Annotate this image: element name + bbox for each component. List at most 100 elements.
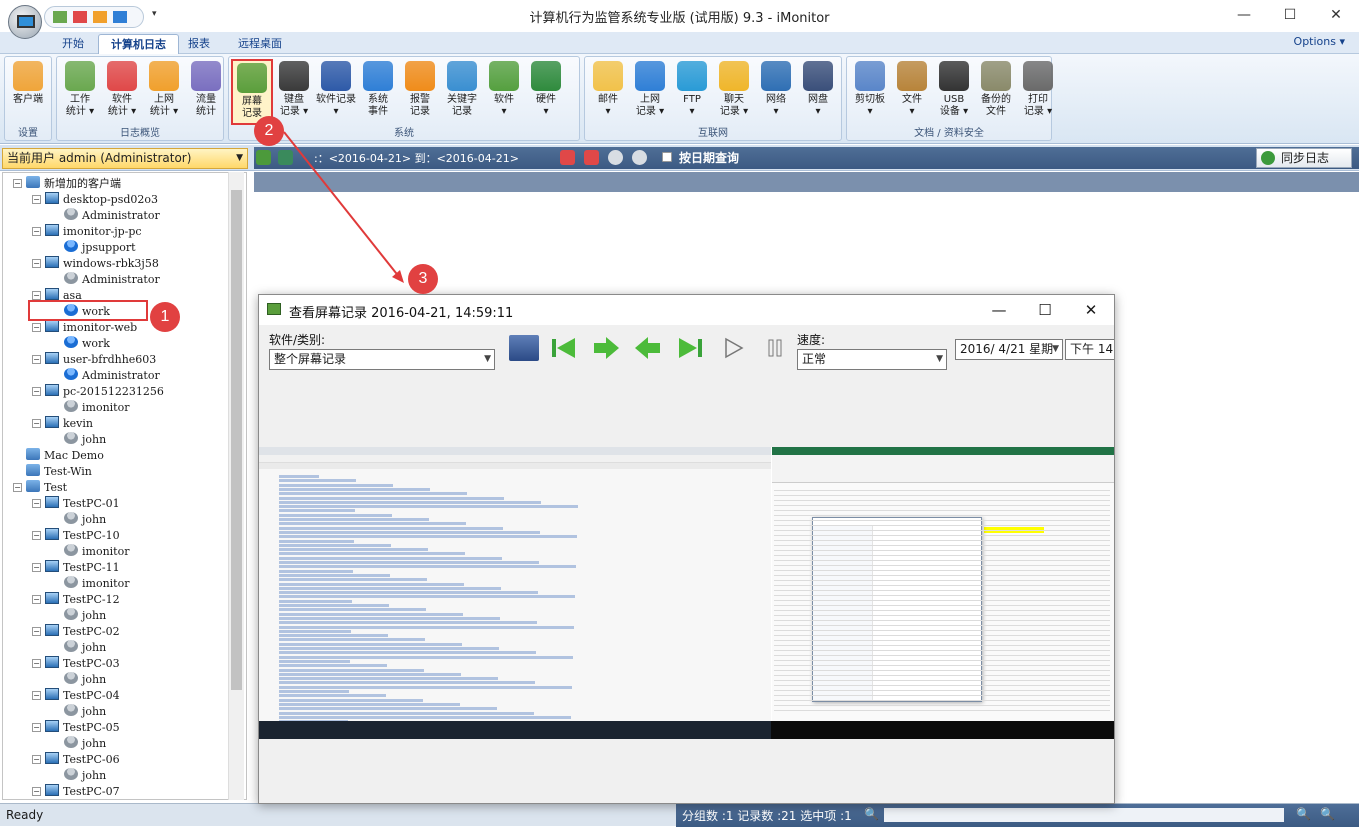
collapse-toggle-icon[interactable]: −	[32, 499, 41, 508]
tab-computer-log[interactable]: 计算机日志	[98, 34, 179, 54]
tree-item[interactable]: − 新增加的客户端	[13, 176, 121, 192]
collapse-toggle-icon[interactable]: −	[32, 259, 41, 268]
collapse-toggle-icon[interactable]: −	[32, 723, 41, 732]
close-button[interactable]: ✕	[1313, 0, 1359, 32]
backup-file-button[interactable]: 备份的 文件	[975, 59, 1017, 125]
tree-item[interactable]: − TestPC-11	[32, 560, 120, 576]
collapse-toggle-icon[interactable]: −	[32, 227, 41, 236]
collapse-toggle-icon[interactable]: −	[32, 627, 41, 636]
maximize-button[interactable]: ☐	[1267, 0, 1313, 32]
tree-item[interactable]: − desktop-psd02o3	[32, 192, 158, 208]
export-icon[interactable]	[278, 150, 293, 165]
chat-record-button[interactable]: 聊天 记录 ▾	[713, 59, 755, 125]
last-frame-button[interactable]	[675, 335, 705, 361]
file-button[interactable]: 文件 ▾	[891, 59, 933, 125]
date-query-checkbox[interactable]	[662, 152, 672, 162]
tree-item[interactable]: − TestPC-12	[32, 592, 120, 608]
software-record-button[interactable]: 软件记录 ▾	[315, 59, 357, 125]
tree-item[interactable]: john	[51, 704, 106, 720]
tree-item[interactable]: − Test	[13, 480, 67, 496]
tree-item[interactable]: Administrator	[51, 368, 160, 384]
net-disk-button[interactable]: 网盘 ▾	[797, 59, 839, 125]
zoom-out-icon[interactable]: 🔍	[1320, 807, 1335, 821]
collapse-toggle-icon[interactable]: −	[32, 195, 41, 204]
next-frame-button[interactable]	[591, 335, 621, 361]
tree-item[interactable]: imonitor	[51, 400, 129, 416]
collapse-toggle-icon[interactable]: −	[32, 419, 41, 428]
tree-item[interactable]: − imonitor-web	[32, 320, 137, 336]
mail-button[interactable]: 邮件 ▾	[587, 59, 629, 125]
collapse-toggle-icon[interactable]: −	[32, 387, 41, 396]
app-logo-icon[interactable]	[8, 5, 42, 39]
tree-item[interactable]: john	[51, 768, 106, 784]
tree-item[interactable]: − TestPC-02	[32, 624, 120, 640]
collapse-toggle-icon[interactable]: −	[32, 691, 41, 700]
tree-item[interactable]: − kevin	[32, 416, 93, 432]
dialog-maximize-button[interactable]: ☐	[1023, 297, 1067, 323]
tree-scrollbar[interactable]	[228, 172, 244, 800]
tree-item[interactable]: − user-bfrdhhe603	[32, 352, 156, 368]
collapse-toggle-icon[interactable]: −	[32, 323, 41, 332]
tree-item[interactable]: − pc-201512231256	[32, 384, 164, 400]
collapse-toggle-icon[interactable]: −	[32, 563, 41, 572]
client-button[interactable]: 客户端	[7, 59, 49, 125]
play-button[interactable]	[719, 335, 749, 361]
tree-item[interactable]: − TestPC-10	[32, 528, 120, 544]
previous-frame-button[interactable]	[633, 335, 663, 361]
collapse-toggle-icon[interactable]: −	[32, 659, 41, 668]
tree-item[interactable]: jpsupport	[51, 240, 136, 256]
traffic-stats-button[interactable]: 流量 统计	[185, 59, 227, 125]
tree-item[interactable]: john	[51, 640, 106, 656]
dialog-close-button[interactable]: ✕	[1069, 297, 1113, 323]
search-icon[interactable]: 🔍	[864, 807, 879, 821]
minimize-button[interactable]: —	[1221, 0, 1267, 32]
calendar-end-icon[interactable]	[584, 150, 599, 165]
first-frame-button[interactable]	[549, 335, 579, 361]
save-icon[interactable]	[509, 335, 539, 361]
keyword-record-button[interactable]: 关键字 记录	[441, 59, 483, 125]
options-menu[interactable]: Options ▾	[1294, 35, 1345, 48]
tree-item[interactable]: − imonitor-jp-pc	[32, 224, 142, 240]
tree-scroll-thumb[interactable]	[231, 190, 242, 690]
tree-item[interactable]: − TestPC-04	[32, 688, 120, 704]
clipboard-button[interactable]: 剪切板 ▾	[849, 59, 891, 125]
ftp-button[interactable]: FTP ▾	[671, 59, 713, 125]
tree-item[interactable]: − TestPC-07	[32, 784, 120, 799]
tree-item[interactable]: − TestPC-05	[32, 720, 120, 736]
tab-remote-desktop[interactable]: 远程桌面	[226, 34, 294, 54]
calendar-start-icon[interactable]	[560, 150, 575, 165]
tree-item[interactable]: − TestPC-03	[32, 656, 120, 672]
hardware-button[interactable]: 硬件 ▾	[525, 59, 567, 125]
tree-item[interactable]: − TestPC-06	[32, 752, 120, 768]
tab-report[interactable]: 报表	[176, 34, 222, 54]
sync-log-button[interactable]: 同步日志	[1256, 148, 1352, 168]
speed-select[interactable]: 正常 ▼	[797, 349, 947, 370]
collapse-toggle-icon[interactable]: −	[13, 483, 22, 492]
client-tree[interactable]: − 新增加的客户端 − desktop-psd02o3 Administrator − im…	[2, 172, 247, 800]
tree-item[interactable]: Administrator	[51, 208, 160, 224]
tree-item[interactable]: − TestPC-01	[32, 496, 120, 512]
collapse-toggle-icon[interactable]: −	[32, 291, 41, 300]
collapse-toggle-icon[interactable]: −	[13, 179, 22, 188]
clock-icon[interactable]	[608, 150, 623, 165]
keyboard-record-button[interactable]: 键盘 记录 ▾	[273, 59, 315, 125]
time-picker[interactable]: 下午 14:	[1065, 339, 1114, 360]
tree-item[interactable]: Test-Win	[13, 464, 92, 480]
software-category-select[interactable]: 整个屏幕记录 ▼	[269, 349, 495, 370]
status-search-field[interactable]	[884, 808, 1284, 822]
tree-item[interactable]: john	[51, 736, 106, 752]
export-excel-icon[interactable]	[256, 150, 271, 165]
tree-item[interactable]: Administrator	[51, 272, 160, 288]
work-stats-button[interactable]: 工作 统计 ▾	[59, 59, 101, 125]
software-button[interactable]: 软件 ▾	[483, 59, 525, 125]
tree-item[interactable]: john	[51, 512, 106, 528]
collapse-toggle-icon[interactable]: −	[32, 531, 41, 540]
tree-item[interactable]: john	[51, 672, 106, 688]
tree-item[interactable]: Mac Demo	[13, 448, 104, 464]
refresh-icon[interactable]	[632, 150, 647, 165]
collapse-toggle-icon[interactable]: −	[32, 595, 41, 604]
alarm-record-button[interactable]: 报警 记录	[399, 59, 441, 125]
network-button[interactable]: 网络 ▾	[755, 59, 797, 125]
tab-start[interactable]: 开始	[50, 34, 96, 54]
tree-item[interactable]: john	[51, 432, 106, 448]
